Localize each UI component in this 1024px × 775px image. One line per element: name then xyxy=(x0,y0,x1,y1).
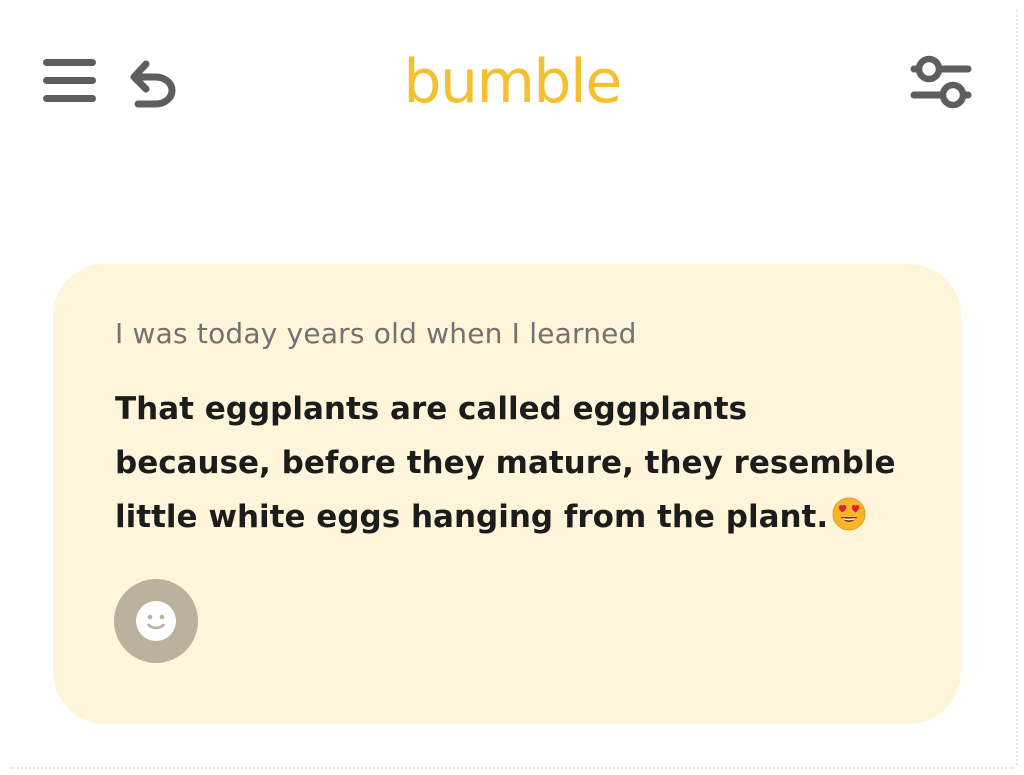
smiley-face-icon xyxy=(136,601,176,641)
heart-eyes-emoji-icon xyxy=(832,497,866,531)
prompt-answer-text: That eggplants are called eggplants beca… xyxy=(115,391,896,535)
prompt-answer: That eggplants are called eggplants beca… xyxy=(115,382,905,544)
menu-icon xyxy=(43,59,96,102)
filter-button[interactable] xyxy=(906,50,974,112)
top-header: bumble xyxy=(0,0,1024,165)
menu-button[interactable] xyxy=(40,55,98,107)
undo-icon xyxy=(130,60,176,108)
prompt-card: I was today years old when I learned Tha… xyxy=(53,264,961,724)
frame-edge-bottom xyxy=(10,767,1014,769)
prompt-question: I was today years old when I learned xyxy=(115,317,637,350)
filter-sliders-icon xyxy=(910,55,972,109)
reaction-button[interactable] xyxy=(114,579,198,663)
bumble-logo: bumble xyxy=(403,47,622,117)
undo-button[interactable] xyxy=(122,52,182,110)
